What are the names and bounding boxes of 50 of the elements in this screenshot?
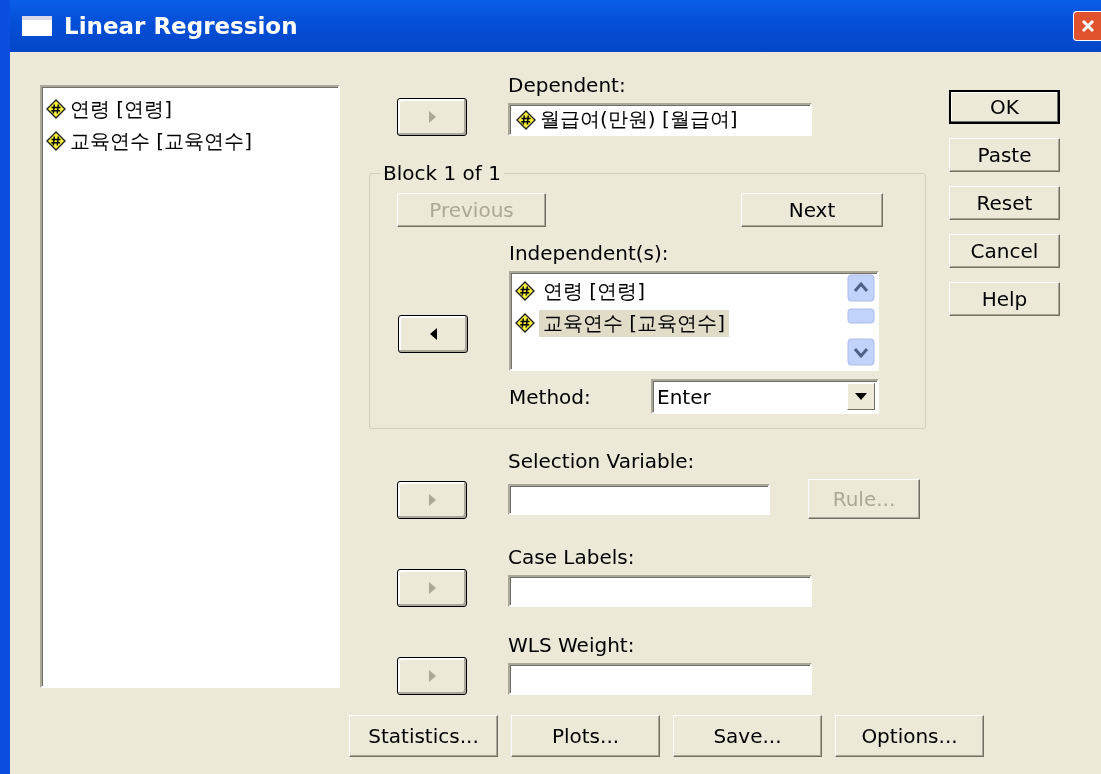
variable-item[interactable]: 교육연수 [교육연수] — [515, 307, 729, 339]
right-triangle-icon — [428, 670, 436, 682]
dialog-button[interactable]: Save... — [673, 715, 822, 757]
dependent-label: Dependent: — [508, 73, 627, 97]
left-triangle-icon — [429, 328, 437, 340]
dependent-field[interactable]: 월급여(만원) [월급여] — [508, 103, 812, 136]
variable-item[interactable]: 연령 [연령] — [515, 275, 729, 307]
variable-label: 월급여(만원) [월급여] — [540, 106, 738, 133]
method-label: Method: — [509, 384, 592, 409]
numeric-variable-icon — [516, 109, 536, 130]
dialog-button[interactable]: Statistics... — [349, 715, 498, 757]
right-triangle-icon — [428, 494, 436, 506]
wls-weight-label: WLS Weight: — [508, 633, 636, 657]
variable-label: 연령 [연령] — [70, 95, 172, 123]
dialog-button[interactable]: OK — [949, 90, 1060, 124]
scrollbar[interactable] — [847, 273, 875, 369]
arrow-button[interactable] — [398, 315, 468, 353]
window-icon — [22, 16, 52, 36]
variable-label: 교육연수 [교육연수] — [539, 309, 729, 337]
selection-variable-label: Selection Variable: — [508, 449, 696, 473]
wls-weight-field[interactable] — [508, 663, 812, 695]
variable-item[interactable]: 연령 [연령] — [46, 93, 334, 125]
variable-list[interactable]: 연령 [연령] 교육연수 [교육연수] — [40, 85, 340, 688]
independents-label: Independent(s): — [509, 241, 670, 265]
variable-label: 교육연수 [교육연수] — [70, 127, 252, 155]
variable-label: 연령 [연령] — [542, 277, 646, 305]
case-labels-field[interactable] — [508, 575, 812, 607]
window-title: Linear Regression — [64, 13, 299, 39]
independents-list[interactable]: 연령 [연령] 교육연수 [교육연수] — [509, 271, 879, 371]
dropdown-button[interactable] — [847, 383, 875, 410]
numeric-variable-icon — [515, 313, 535, 333]
caret-icon — [855, 393, 867, 400]
right-triangle-icon — [428, 111, 436, 123]
next-button[interactable]: Next — [741, 193, 883, 227]
method-dropdown[interactable]: Enter — [651, 379, 879, 414]
case-labels-label: Case Labels: — [508, 545, 636, 569]
dialog-button[interactable]: Cancel — [949, 234, 1060, 268]
dialog-button[interactable]: Reset — [949, 186, 1060, 220]
numeric-variable-icon — [515, 281, 535, 301]
close-icon — [1080, 19, 1095, 33]
dialog-button[interactable]: Paste — [949, 138, 1060, 172]
selection-variable-field[interactable] — [508, 483, 770, 515]
dialog-button[interactable]: Options... — [835, 715, 984, 757]
numeric-variable-icon — [46, 99, 66, 119]
numeric-variable-icon — [46, 131, 66, 151]
dialog-button[interactable]: Plots... — [511, 715, 660, 757]
close-button[interactable] — [1073, 11, 1101, 41]
variable-item[interactable]: 교육연수 [교육연수] — [46, 125, 334, 157]
dialog-button[interactable]: Help — [949, 282, 1060, 316]
right-triangle-icon — [428, 582, 436, 594]
